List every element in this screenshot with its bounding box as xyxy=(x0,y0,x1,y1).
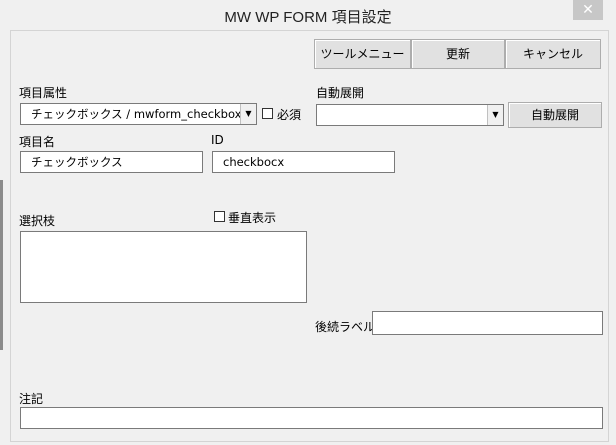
auto-expand-label: 自動展開 xyxy=(316,86,365,100)
item-name-label: 項目名 xyxy=(19,135,56,149)
update-button[interactable]: 更新 xyxy=(411,39,505,69)
item-name-input[interactable]: チェックボックス xyxy=(20,151,203,173)
required-label: 必須 xyxy=(277,108,302,122)
chevron-down-icon: ▼ xyxy=(487,105,503,125)
vertical-display-label: 垂直表示 xyxy=(228,211,277,225)
suffix-input[interactable] xyxy=(372,311,603,335)
auto-expand-select[interactable]: ▼ xyxy=(316,104,504,126)
suffix-label: 後続ラベル xyxy=(315,320,376,334)
title-bar: MW WP FORM 項目設定 ✕ xyxy=(0,0,616,30)
close-button[interactable]: ✕ xyxy=(573,0,603,20)
vertical-display-checkbox[interactable] xyxy=(214,211,225,222)
window-edge xyxy=(0,180,3,350)
required-checkbox[interactable] xyxy=(262,108,273,119)
cancel-button[interactable]: キャンセル xyxy=(505,39,601,69)
item-attribute-select[interactable]: チェックボックス / mwform_checkbox ▼ xyxy=(20,103,257,125)
choices-textarea[interactable] xyxy=(20,231,307,303)
id-label: ID xyxy=(211,133,224,147)
auto-expand-button[interactable]: 自動展開 xyxy=(508,102,602,128)
chevron-down-icon: ▼ xyxy=(240,104,256,124)
note-label: 注記 xyxy=(19,392,44,406)
window-title: MW WP FORM 項目設定 xyxy=(224,9,392,26)
note-input[interactable] xyxy=(20,407,603,429)
form-panel: ツールメニュー 更新 キャンセル 項目属性 チェックボックス / mwform_… xyxy=(10,30,609,442)
item-attribute-label: 項目属性 xyxy=(19,86,68,100)
tool-menu-button[interactable]: ツールメニュー xyxy=(314,39,411,69)
close-icon: ✕ xyxy=(582,2,594,18)
id-input[interactable]: checkbocx xyxy=(212,151,395,173)
choices-label: 選択枝 xyxy=(19,214,56,228)
item-attribute-value: チェックボックス / mwform_checkbox xyxy=(31,107,242,121)
